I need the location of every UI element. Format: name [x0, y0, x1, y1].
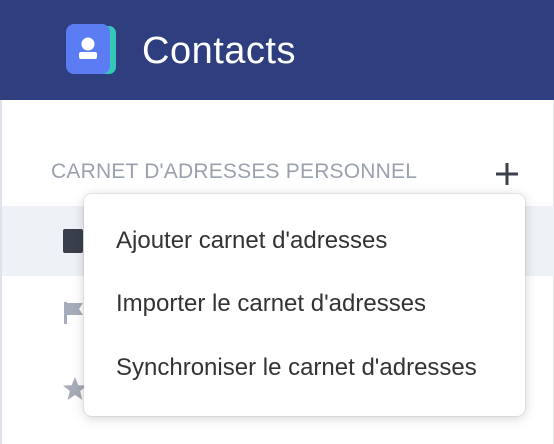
- menu-item-sync-address-book[interactable]: Synchroniser le carnet d'adresses: [116, 353, 477, 383]
- menu-item-add-address-book[interactable]: Ajouter carnet d'adresses: [116, 226, 387, 256]
- plus-icon: [496, 163, 518, 185]
- contact-card-icon[interactable]: [64, 24, 120, 80]
- app-title: Contacts: [142, 30, 296, 72]
- address-book-menu: Ajouter carnet d'adresses Importer le ca…: [84, 194, 525, 416]
- app-header: Contacts: [0, 0, 554, 100]
- section-title: CARNET D'ADRESSES PERSONNEL: [51, 160, 418, 183]
- add-address-book-button[interactable]: [490, 156, 526, 192]
- menu-item-import-address-book[interactable]: Importer le carnet d'adresses: [116, 289, 426, 319]
